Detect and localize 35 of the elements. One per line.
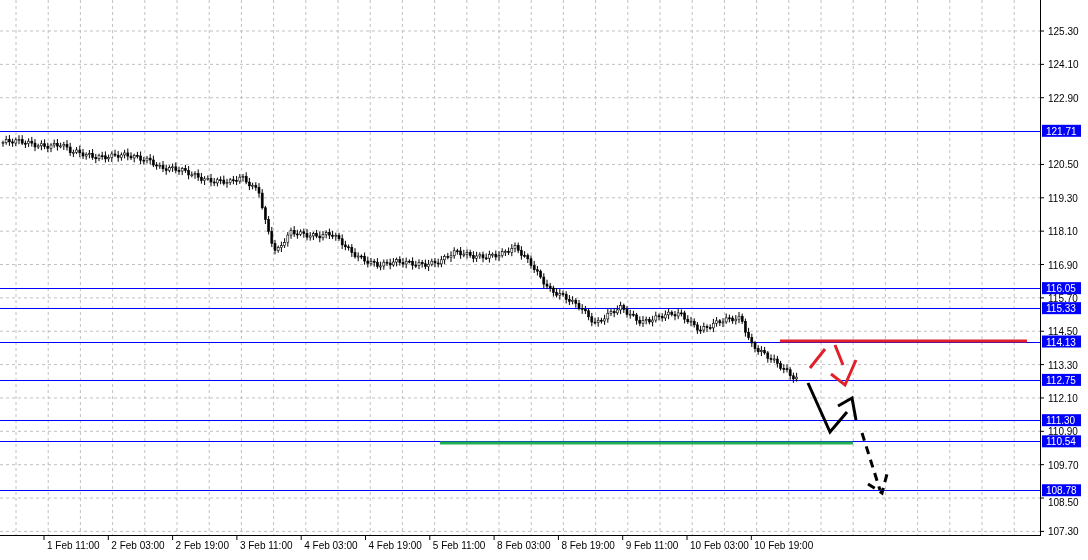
price-tick-label: 107.30 [1048,526,1079,538]
price-tick-label: 114.50 [1048,326,1078,338]
price-tick-label: 124.10 [1048,59,1079,71]
time-tick-label: 1 Feb 11:00 [47,540,100,551]
price-tick-label: 108.50 [1048,497,1079,509]
price-level-tag: 121.71 [1042,124,1081,137]
price-tick-label: 120.50 [1048,159,1079,171]
price-level-tag: 110.54 [1042,435,1081,448]
price-tick-label: 113.30 [1048,359,1078,371]
price-tick-label: 112.10 [1048,392,1078,404]
time-tick-label: 3 Feb 11:00 [239,540,293,551]
time-tick-label: 10 Feb 03:00 [690,540,749,551]
price-level-tag: 108.78 [1042,484,1081,497]
price-tick-label: 122.90 [1048,92,1079,104]
time-tick-label: 5 Feb 11:00 [432,540,486,551]
price-level-tag: 114.13 [1042,335,1081,348]
time-tick-label: 8 Feb 03:00 [497,540,551,551]
price-level-tag: 115.33 [1042,302,1081,315]
price-tick-label: 116.90 [1048,259,1078,271]
time-tick-label: 2 Feb 19:00 [175,540,229,551]
price-tick-label: 110.90 [1048,426,1078,438]
price-tick-label: 118.10 [1048,226,1078,238]
price-tick-label: 119.30 [1048,192,1078,204]
time-tick-label: 4 Feb 03:00 [304,540,358,551]
price-level-tag: 112.75 [1042,373,1081,386]
time-tick-label: 8 Feb 19:00 [561,540,615,551]
time-tick-label: 2 Feb 03:00 [111,540,165,551]
time-tick-label: 10 Feb 19:00 [754,540,814,551]
price-level-tag: 111.30 [1042,414,1081,427]
price-tick-label: 109.70 [1048,459,1079,471]
price-tick-label: 115.70 [1048,292,1078,304]
time-tick-label: 9 Feb 11:00 [625,540,679,551]
time-tick-label: 4 Feb 19:00 [368,540,422,551]
price-tick-label: 125.30 [1048,26,1079,37]
price-level-tag: 116.05 [1042,282,1081,295]
